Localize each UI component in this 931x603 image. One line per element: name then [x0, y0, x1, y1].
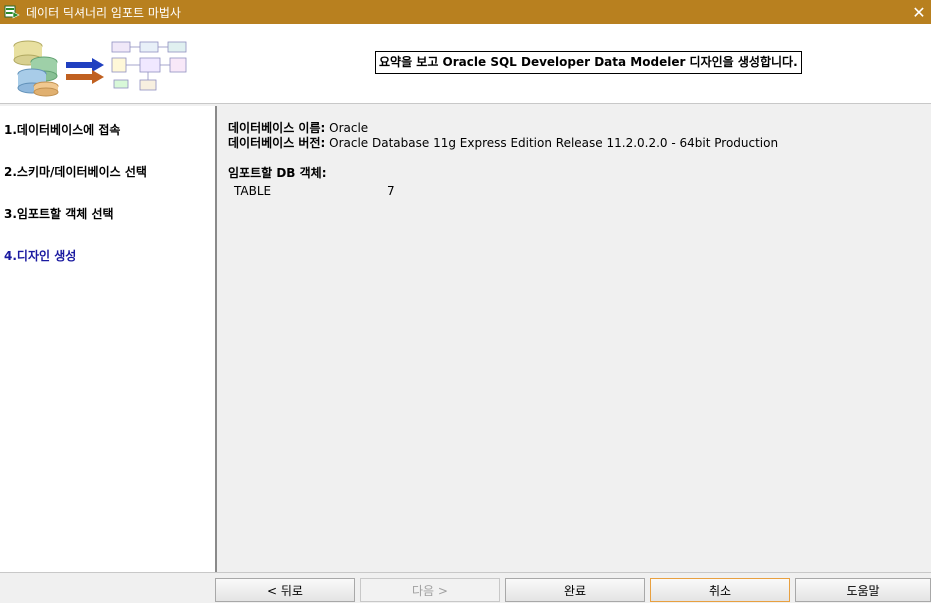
finish-button[interactable]: 완료 — [505, 578, 645, 602]
title-bar: 데이터 딕셔너리 임포트 마법사 ✕ — [0, 0, 931, 24]
object-count: 7 — [387, 184, 395, 198]
import-objects-label: 임포트할 DB 객체: — [228, 166, 327, 180]
help-button[interactable]: 도움말 — [795, 578, 931, 602]
next-button: 다음 > — [360, 578, 500, 602]
db-version-value: Oracle Database 11g Express Edition Rele… — [329, 136, 779, 150]
cancel-button[interactable]: 취소 — [650, 578, 790, 602]
object-type: TABLE — [234, 184, 272, 198]
step-connect-database[interactable]: 1.데이터베이스에 접속 — [4, 121, 120, 138]
summary-heading: 요약을 보고 Oracle SQL Developer Data Modeler… — [375, 51, 802, 74]
step-select-schema[interactable]: 2.스키마/데이터베이스 선택 — [4, 163, 147, 180]
close-icon[interactable]: ✕ — [907, 0, 931, 24]
window-title: 데이터 딕셔너리 임포트 마법사 — [26, 5, 181, 20]
diagram-icon — [111, 41, 187, 91]
wizard-banner: 요약을 보고 Oracle SQL Developer Data Modeler… — [0, 24, 931, 104]
step-generate-design[interactable]: 4.디자인 생성 — [4, 247, 76, 264]
button-bar: < 뒤로 다음 > 완료 취소 도움말 — [0, 572, 931, 603]
db-version-row: 데이터베이스 버전: Oracle Database 11g Express E… — [228, 134, 778, 151]
db-name-label: 데이터베이스 이름: — [228, 121, 326, 135]
step-select-objects[interactable]: 3.임포트할 객체 선택 — [4, 205, 114, 222]
import-illustration — [13, 40, 187, 97]
summary-panel: 데이터베이스 이름: Oracle 데이터베이스 버전: Oracle Data… — [219, 106, 931, 572]
database-icon — [13, 40, 59, 97]
arrow-right-icon — [66, 58, 104, 84]
db-version-label: 데이터베이스 버전: — [228, 136, 326, 150]
db-name-value: Oracle — [329, 121, 369, 135]
back-button[interactable]: < 뒤로 — [215, 578, 355, 602]
wizard-app-icon — [4, 4, 20, 20]
wizard-steps-panel: 1.데이터베이스에 접속 2.스키마/데이터베이스 선택 3.임포트할 객체 선… — [0, 106, 217, 572]
